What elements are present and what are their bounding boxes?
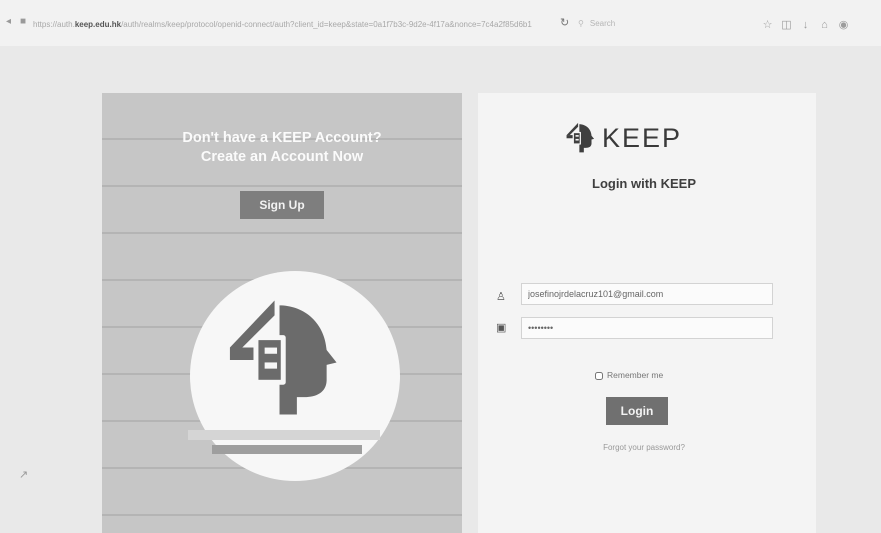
keep-head-logo-icon	[229, 300, 337, 415]
keep-brand-logo-icon	[566, 122, 595, 153]
url-prefix: https://auth.	[33, 20, 75, 29]
reload-icon[interactable]: ↻	[560, 16, 569, 29]
login-button[interactable]: Login	[606, 397, 668, 425]
login-panel: KEEP Login with KEEP ♙ ▣ Remember me Log…	[478, 93, 816, 533]
sign-up-button[interactable]: Sign Up	[240, 191, 324, 219]
shield-icon[interactable]: ◉	[836, 18, 851, 31]
forgot-password-link[interactable]: Forgot your password?	[478, 443, 810, 452]
home-icon[interactable]: ⌂	[817, 19, 832, 31]
login-title: Login with KEEP	[592, 176, 696, 191]
browser-right-icons: ☆ ◫ ↓ ⌂ ◉	[760, 15, 872, 31]
remember-me[interactable]: Remember me	[595, 370, 663, 382]
lock-icon[interactable]: ■	[20, 17, 26, 27]
browser-search-box[interactable]: ⚲ Search	[578, 16, 748, 32]
url-domain: keep.edu.hk	[74, 20, 122, 29]
password-field[interactable]	[521, 317, 773, 339]
search-icon: ⚲	[578, 19, 584, 28]
download-icon[interactable]: ↓	[798, 19, 813, 31]
url-path: /auth/realms/keep/protocol/openid-connec…	[121, 20, 532, 29]
email-field[interactable]	[521, 283, 773, 305]
star-icon[interactable]: ☆	[760, 18, 775, 31]
browser-toolbar: ◂ ■ https://auth.keep.edu.hk/auth/realms…	[0, 0, 881, 46]
library-icon[interactable]: ◫	[779, 18, 794, 31]
logo-stand-bar	[188, 430, 380, 440]
cursor-arrow-icon: ↗	[19, 469, 29, 481]
back-icon[interactable]: ◂	[6, 17, 11, 27]
lock-icon: ▣	[496, 322, 507, 334]
user-icon: ♙	[496, 291, 506, 303]
remember-me-checkbox[interactable]	[595, 371, 603, 380]
promo-title-line2: Create an Account Now	[200, 149, 364, 165]
remember-me-label: Remember me	[607, 370, 664, 380]
address-bar[interactable]: https://auth.keep.edu.hk/auth/realms/kee…	[33, 18, 553, 32]
logo-stand-base	[212, 445, 362, 454]
brand-name: KEEP	[602, 123, 683, 153]
signup-promo-panel: Don't have a KEEP Account? Create an Acc…	[102, 93, 462, 533]
search-placeholder: Search	[589, 19, 616, 28]
promo-title-line1: Don't have a KEEP Account?	[182, 130, 382, 146]
